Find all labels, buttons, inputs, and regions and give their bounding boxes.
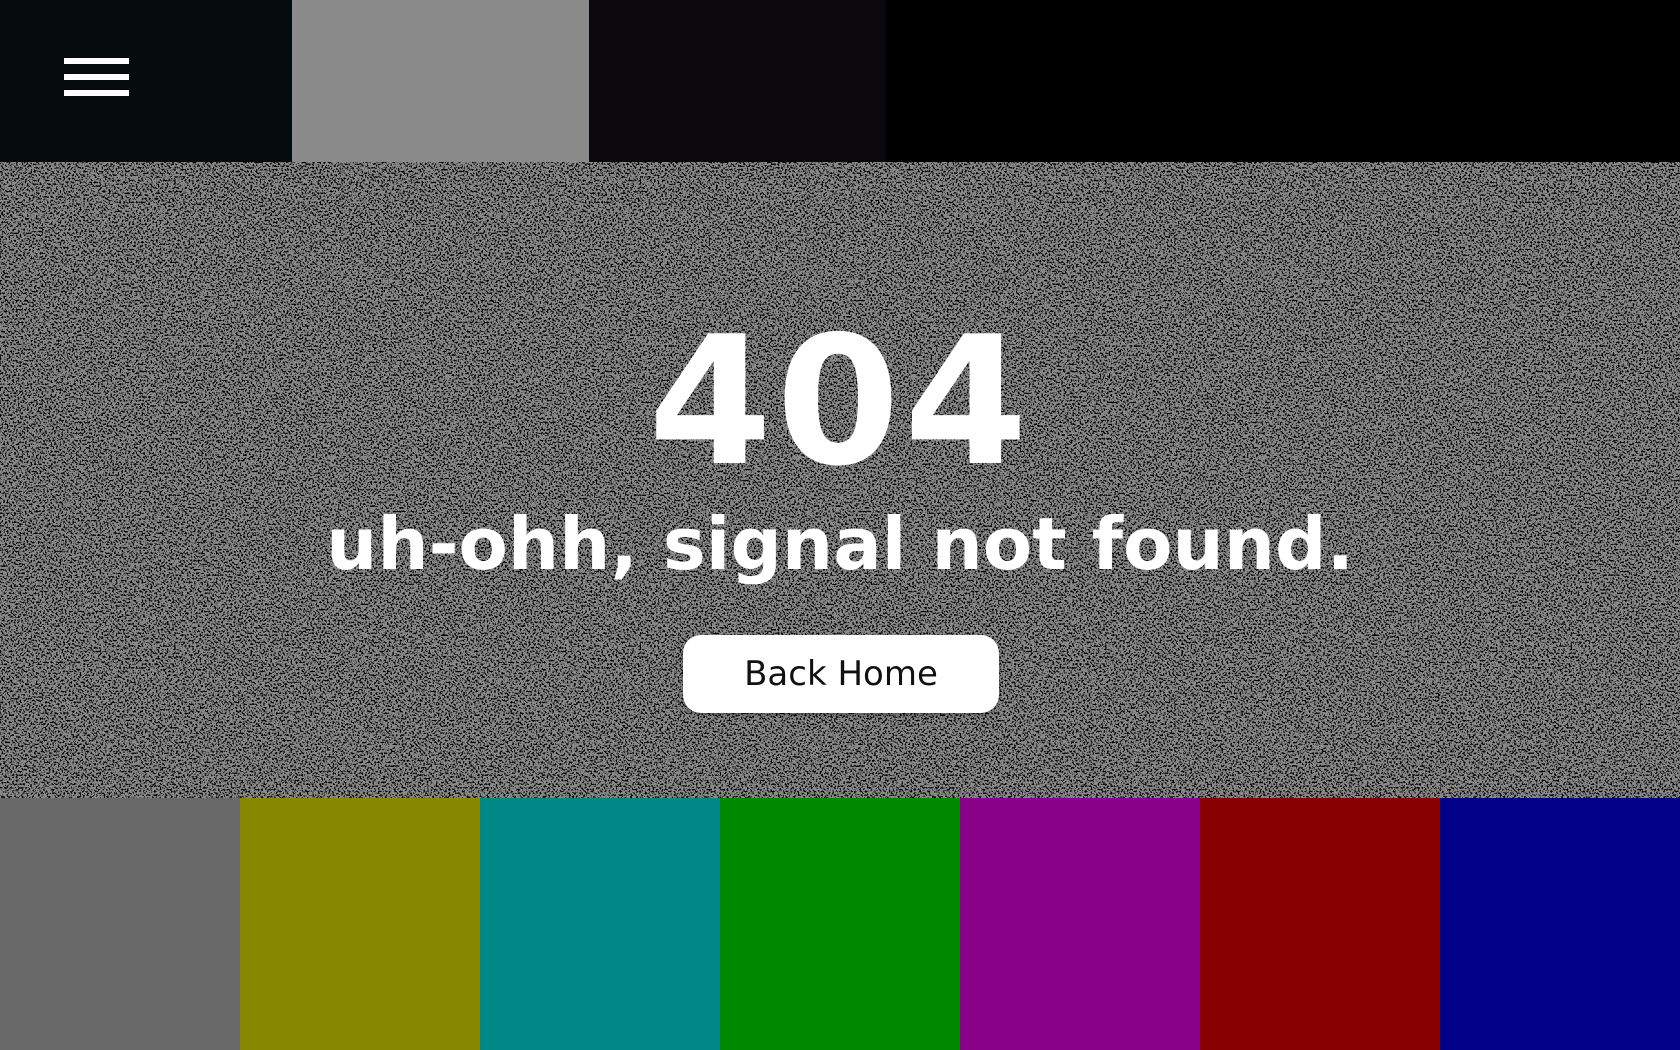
hamburger-menu-icon[interactable]	[60, 52, 132, 112]
menu-line-bottom	[64, 90, 129, 96]
color-bar-teal	[480, 798, 720, 1050]
top-block-2	[292, 0, 589, 162]
back-home-button[interactable]: Back Home	[683, 635, 999, 713]
error-message-panel: 404 uh-ohh, signal not found. Back Home	[0, 162, 1680, 798]
color-bar-gray	[0, 798, 240, 1050]
color-bar-purple	[960, 798, 1200, 1050]
top-block-3	[589, 0, 886, 162]
error-message: uh-ohh, signal not found.	[326, 502, 1354, 586]
color-bar-navy	[1440, 798, 1680, 1050]
color-bar-green	[720, 798, 960, 1050]
color-bar-maroon	[1200, 798, 1440, 1050]
top-block-4	[886, 0, 1680, 162]
error-page: 404 uh-ohh, signal not found. Back Home	[0, 0, 1680, 1050]
top-bar	[0, 0, 1680, 162]
top-block-1	[0, 0, 292, 162]
error-code: 404	[648, 298, 1032, 505]
menu-line-middle	[64, 74, 129, 80]
color-bar-olive	[240, 798, 480, 1050]
menu-line-top	[64, 58, 129, 64]
color-test-bars	[0, 798, 1680, 1050]
